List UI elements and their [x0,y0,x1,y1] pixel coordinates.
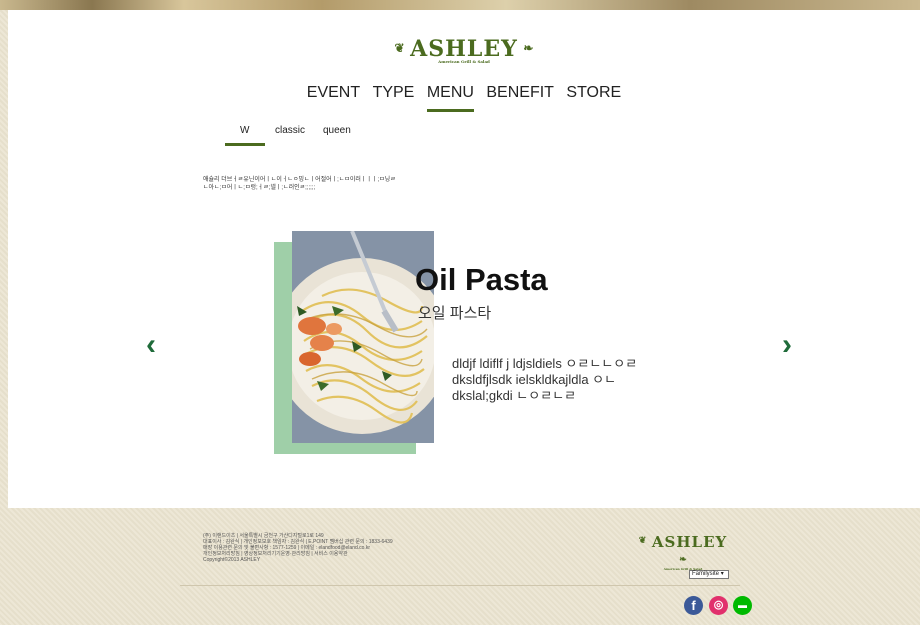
subtab-w[interactable]: W [240,125,249,136]
prev-arrow-icon[interactable]: ‹ [146,330,156,360]
familysite-label: Familysite [692,571,720,577]
line-chat-icon[interactable]: ▬ [733,596,752,615]
leaf-icon: ❦ [394,41,405,55]
description-line: ㄴ아ㄴ;ㅁ어ㅣㄴ;ㅁ렁;ㅓㄹ;넬ㅣ;ㄴ러인ㄹ;;;;;; [203,185,316,191]
logo-text: ASHLEY [651,533,728,551]
pasta-illustration [292,231,434,443]
menu-description: 애슐리 더브ㅓㄹ유닌이어ㅣㄴ이ㅓㄴㅇ밍ㄴㅣ어절어ㅣ;ㄴㅁ이러ㅣㅣㅣ;ㅁ닝ㄹ ㄴ아… [203,176,396,192]
main-nav: EVENT TYPE MENU BENEFIT STORE [8,84,920,112]
header-logo[interactable]: ❦ ASHLEY ❧ American Grill & Salad [8,36,920,64]
facebook-icon[interactable]: f [684,596,703,615]
dish-title-korean: 오일 파스타 [418,305,492,322]
top-photo-strip [0,0,920,10]
dish-description-line: dkslal;gkdi ㄴㅇㄹㄴㄹ [452,388,577,403]
nav-item-event[interactable]: EVENT [307,84,360,102]
nav-item-menu[interactable]: MENU [426,84,475,112]
main-panel: ❦ ASHLEY ❧ American Grill & Salad EVENT … [8,10,920,508]
footer-company-info: (주) 이랜드이츠 | 서울특별시 금천구 가산디지털로1로 149 대표이사 … [203,533,393,563]
dish-description-line: dldjf ldiflf j ldjsldiels ㅇㄹㄴㄴㅇㄹ [452,356,638,371]
nav-item-type[interactable]: TYPE [373,84,415,102]
description-line: 애슐리 더브ㅓㄹ유닌이어ㅣㄴ이ㅓㄴㅇ밍ㄴㅣ어절어ㅣ;ㄴㅁ이러ㅣㅣㅣ;ㅁ닝ㄹ [203,177,396,183]
footer-logo[interactable]: ❦ ASHLEY ❧ American Grill & Salad [638,532,728,571]
logo-tagline: American Grill & Salad [438,59,490,64]
dish-description-line: dksldfjlsdk ielskldkajldla ㅇㄴ [452,372,617,387]
active-subtab-underline [225,143,265,146]
subtab-classic[interactable]: classic [275,125,305,136]
instagram-icon[interactable]: ◎ [709,596,728,615]
dish-title: Oil Pasta [415,262,548,297]
dish-description: dldjf ldiflf j ldjsldiels ㅇㄹㄴㄴㅇㄹ dksldfj… [452,356,637,404]
leaf-icon: ❦ [638,536,647,546]
chevron-down-icon: ▾ [720,571,724,577]
nav-item-benefit[interactable]: BENEFIT [486,84,554,102]
leaf-icon: ❧ [679,555,687,565]
next-arrow-icon[interactable]: › [782,330,792,360]
footer-info-line: Copyright©2013 ASHLEY [203,557,261,563]
subtab-queen[interactable]: queen [323,125,351,136]
nav-item-store[interactable]: STORE [566,84,621,102]
pasta-photo [292,231,434,443]
leaf-icon: ❧ [523,41,534,55]
familysite-select[interactable]: Familysite ▾ [689,570,729,579]
footer-divider [180,585,740,586]
